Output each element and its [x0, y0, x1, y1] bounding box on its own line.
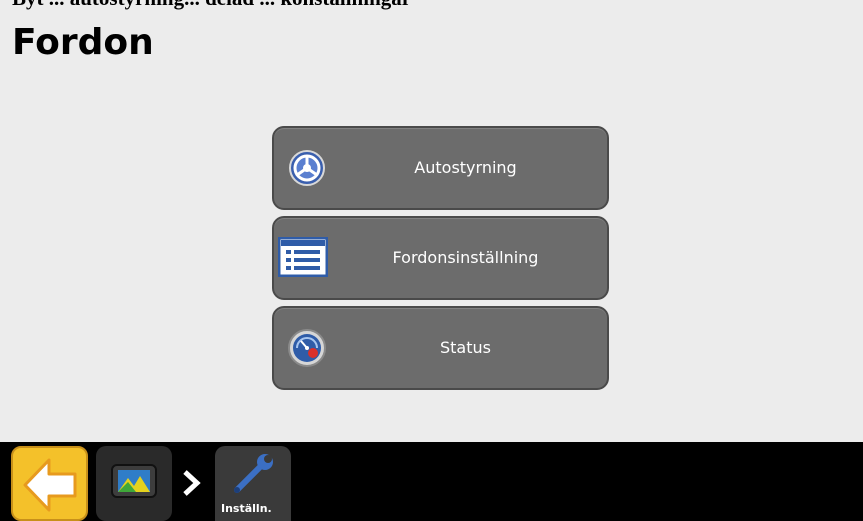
- back-arrow-icon: [23, 458, 77, 512]
- steering-wheel-icon: [289, 150, 325, 186]
- status-label: Status: [440, 338, 491, 357]
- chevron-right-icon: [183, 470, 201, 496]
- vehicle-settings-label: Fordonsinställning: [392, 248, 539, 267]
- settings-breadcrumb-button[interactable]: Inställn.: [215, 446, 291, 521]
- home-display-button[interactable]: [96, 446, 172, 521]
- vehicle-settings-button[interactable]: Fordonsinställning: [272, 216, 609, 300]
- page-title: Fordon: [12, 22, 154, 63]
- display-home-icon: [111, 464, 157, 498]
- wrench-icon: [234, 454, 273, 493]
- status-button[interactable]: Status: [272, 306, 609, 390]
- document-list-icon: [278, 237, 328, 277]
- autosteering-label: Autostyrning: [414, 158, 517, 177]
- autosteering-button[interactable]: Autostyrning: [272, 126, 609, 210]
- settings-breadcrumb-label: Inställn.: [221, 502, 272, 515]
- top-caption: Byt ... autostyrning... delad ... konsta…: [12, 0, 411, 9]
- back-button[interactable]: [11, 446, 88, 521]
- bottom-navigation-bar: Inställn.: [0, 442, 863, 521]
- gauge-icon: [288, 329, 326, 367]
- vehicle-menu: Autostyrning Fordonsinställning Status: [272, 126, 609, 396]
